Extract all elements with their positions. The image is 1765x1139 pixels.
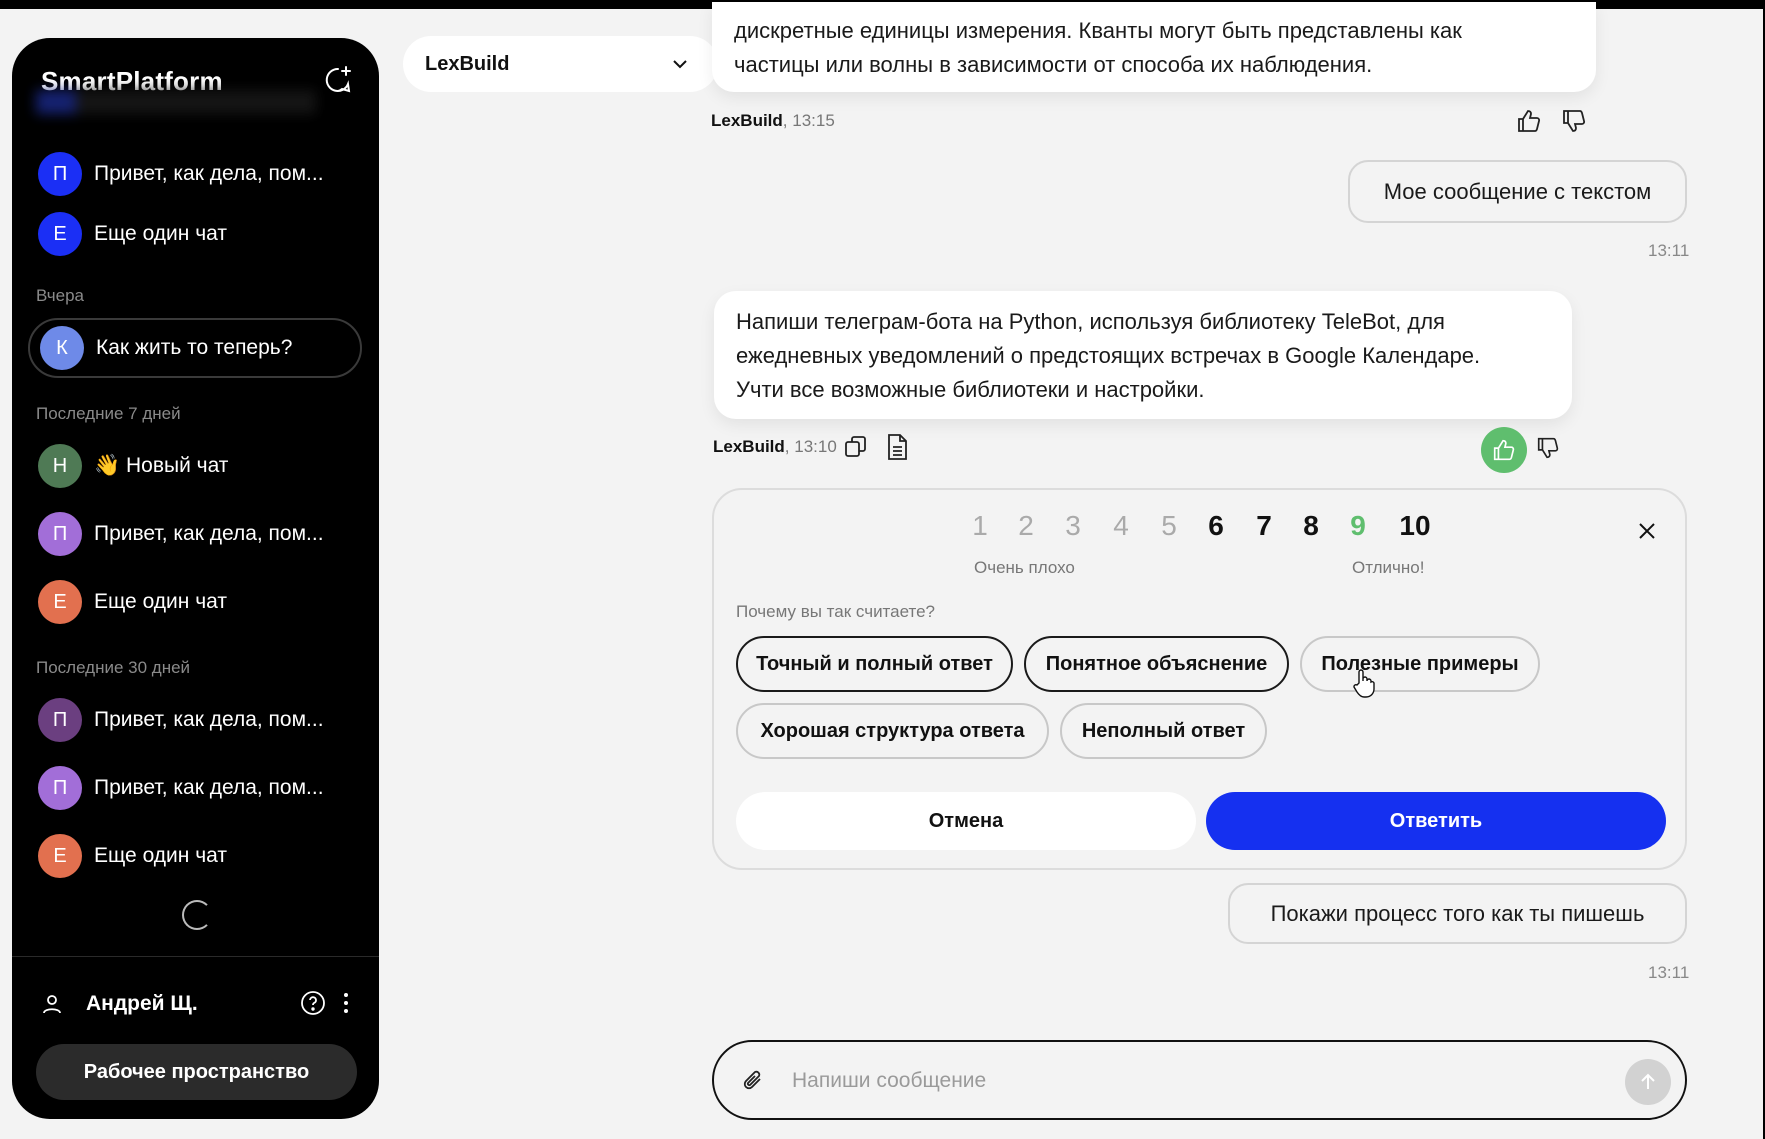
- bot-message: дискретные единицы измерения. Кванты мог…: [712, 2, 1596, 92]
- feedback-chip-clear[interactable]: Понятное объяснение: [1024, 636, 1289, 692]
- message-author: LexBuild: [711, 111, 783, 130]
- section-label-yesterday: Вчера: [36, 286, 84, 305]
- sidebar-chat-item-active[interactable]: К Как жить то теперь?: [28, 318, 362, 378]
- message-timestamp: 13:11: [1648, 963, 1690, 982]
- user-name: Андрей Щ.: [86, 992, 198, 1015]
- rating-option-3[interactable]: 3: [1053, 510, 1093, 542]
- copy-icon[interactable]: [843, 434, 869, 460]
- avatar: П: [38, 766, 82, 810]
- rating-option-1[interactable]: 1: [960, 510, 1000, 542]
- avatar: П: [38, 152, 82, 196]
- section-label-30-days: Последние 30 дней: [36, 658, 191, 677]
- bot-message-line: Напиши телеграм-бота на Python, использу…: [736, 309, 1445, 334]
- rating-option-6[interactable]: 6: [1196, 510, 1236, 542]
- thumbs-up-icon[interactable]: [1515, 107, 1543, 135]
- message-meta: LexBuild, 13:10: [713, 437, 837, 457]
- model-select[interactable]: LexBuild: [403, 36, 718, 92]
- help-icon[interactable]: [300, 990, 326, 1016]
- avatar: Е: [38, 834, 82, 878]
- chat-title: Как жить то теперь?: [96, 336, 293, 359]
- chat-title: Еще один чат: [94, 844, 227, 867]
- chat-title: Еще один чат: [94, 590, 227, 613]
- attach-icon[interactable]: [742, 1068, 766, 1094]
- thumbs-up-active-button[interactable]: [1481, 427, 1527, 473]
- sidebar-chat-item[interactable]: Е Еще один чат: [28, 572, 362, 632]
- rating-option-8[interactable]: 8: [1291, 510, 1331, 542]
- thumbs-up-icon: [1493, 439, 1515, 461]
- close-icon[interactable]: [1636, 520, 1658, 542]
- scrolled-chat-item: [36, 90, 316, 114]
- feedback-chip-incomplete[interactable]: Неполный ответ: [1060, 703, 1267, 759]
- user-message: Мое сообщение с текстом: [1348, 160, 1687, 223]
- document-icon[interactable]: [884, 433, 910, 461]
- sidebar-chat-item[interactable]: П Привет, как дела, пом...: [28, 758, 362, 818]
- message-time: , 13:15: [782, 111, 835, 130]
- message-composer: [712, 1040, 1687, 1120]
- sidebar-chat-item[interactable]: Е Еще один чат: [28, 826, 362, 886]
- workspace-button[interactable]: Рабочее пространство: [36, 1044, 357, 1100]
- bot-message-line: частицы или волны в зависимости от спосо…: [734, 52, 1373, 77]
- chat-title: Привет, как дела, пом...: [94, 776, 324, 799]
- divider: [12, 956, 379, 957]
- thumbs-down-icon[interactable]: [1560, 107, 1588, 135]
- why-label: Почему вы так считаете?: [736, 602, 936, 621]
- avatar: П: [38, 698, 82, 742]
- sidebar-chat-item[interactable]: П Привет, как дела, пом...: [28, 690, 362, 750]
- user-icon: [43, 995, 61, 1014]
- chat-title: 👋 Новый чат: [94, 454, 229, 477]
- rating-caption-good: Отлично!: [1352, 558, 1425, 577]
- rating-option-5[interactable]: 5: [1149, 510, 1189, 542]
- avatar: К: [40, 326, 84, 370]
- bot-message-line: ежедневных уведомлений о предстоящих вст…: [736, 343, 1481, 368]
- section-label-7-days: Последние 7 дней: [36, 404, 181, 423]
- submit-button[interactable]: Ответить: [1206, 792, 1666, 850]
- bot-message-line: Учти все возможные библиотеки и настройк…: [736, 377, 1205, 402]
- rating-option-9-selected[interactable]: 9: [1338, 510, 1378, 542]
- rating-panel: 1 2 3 4 5 6 7 8 9 10 Очень плохо Отлично…: [712, 488, 1687, 870]
- message-input[interactable]: [792, 1064, 1572, 1098]
- sidebar: SmartPlatform П Привет, как дела, пом...…: [12, 38, 379, 1119]
- sidebar-chat-item[interactable]: Н 👋 Новый чат: [28, 436, 362, 496]
- more-vertical-icon[interactable]: [342, 990, 350, 1016]
- chat-title: Привет, как дела, пом...: [94, 522, 324, 545]
- chat-title: Привет, как дела, пом...: [94, 708, 324, 731]
- rating-option-2[interactable]: 2: [1006, 510, 1046, 542]
- feedback-chip-accurate[interactable]: Точный и полный ответ: [736, 636, 1013, 692]
- rating-option-10[interactable]: 10: [1391, 510, 1439, 542]
- bot-message: Напиши телеграм-бота на Python, использу…: [714, 291, 1572, 419]
- new-chat-icon[interactable]: [322, 64, 354, 96]
- rating-option-7[interactable]: 7: [1244, 510, 1284, 542]
- message-timestamp: 13:11: [1648, 241, 1690, 260]
- chat-title: Еще один чат: [94, 222, 227, 245]
- cancel-button[interactable]: Отмена: [736, 792, 1196, 850]
- chat-title: Привет, как дела, пом...: [94, 162, 324, 185]
- avatar: Е: [38, 212, 82, 256]
- message-author: LexBuild: [713, 437, 785, 456]
- arrow-up-icon: [1641, 1073, 1655, 1089]
- hand-cursor-icon: [1353, 669, 1375, 698]
- feedback-chip-structure[interactable]: Хорошая структура ответа: [736, 703, 1049, 759]
- message-time: , 13:10: [784, 437, 837, 456]
- avatar: П: [38, 512, 82, 556]
- loading-spinner-icon: [182, 900, 212, 930]
- bot-message-line: дискретные единицы измерения. Кванты мог…: [734, 18, 1462, 43]
- user-profile[interactable]: Андрей Щ.: [40, 984, 360, 1024]
- sidebar-chat-item[interactable]: П Привет, как дела, пом...: [28, 144, 362, 204]
- feedback-chip-examples[interactable]: Полезные примеры: [1300, 636, 1540, 692]
- send-button[interactable]: [1625, 1059, 1671, 1105]
- chevron-down-icon: [673, 60, 687, 69]
- thumbs-down-icon[interactable]: [1535, 435, 1561, 461]
- sidebar-chat-item[interactable]: П Привет, как дела, пом...: [28, 504, 362, 564]
- avatar: Н: [38, 444, 82, 488]
- sidebar-chat-item[interactable]: Е Еще один чат: [28, 204, 362, 264]
- message-meta: LexBuild, 13:15: [711, 111, 835, 131]
- rating-caption-bad: Очень плохо: [974, 558, 1075, 577]
- model-select-value: LexBuild: [425, 52, 510, 75]
- user-message: Покажи процесс того как ты пишешь: [1228, 883, 1687, 944]
- avatar: Е: [38, 580, 82, 624]
- rating-option-4[interactable]: 4: [1101, 510, 1141, 542]
